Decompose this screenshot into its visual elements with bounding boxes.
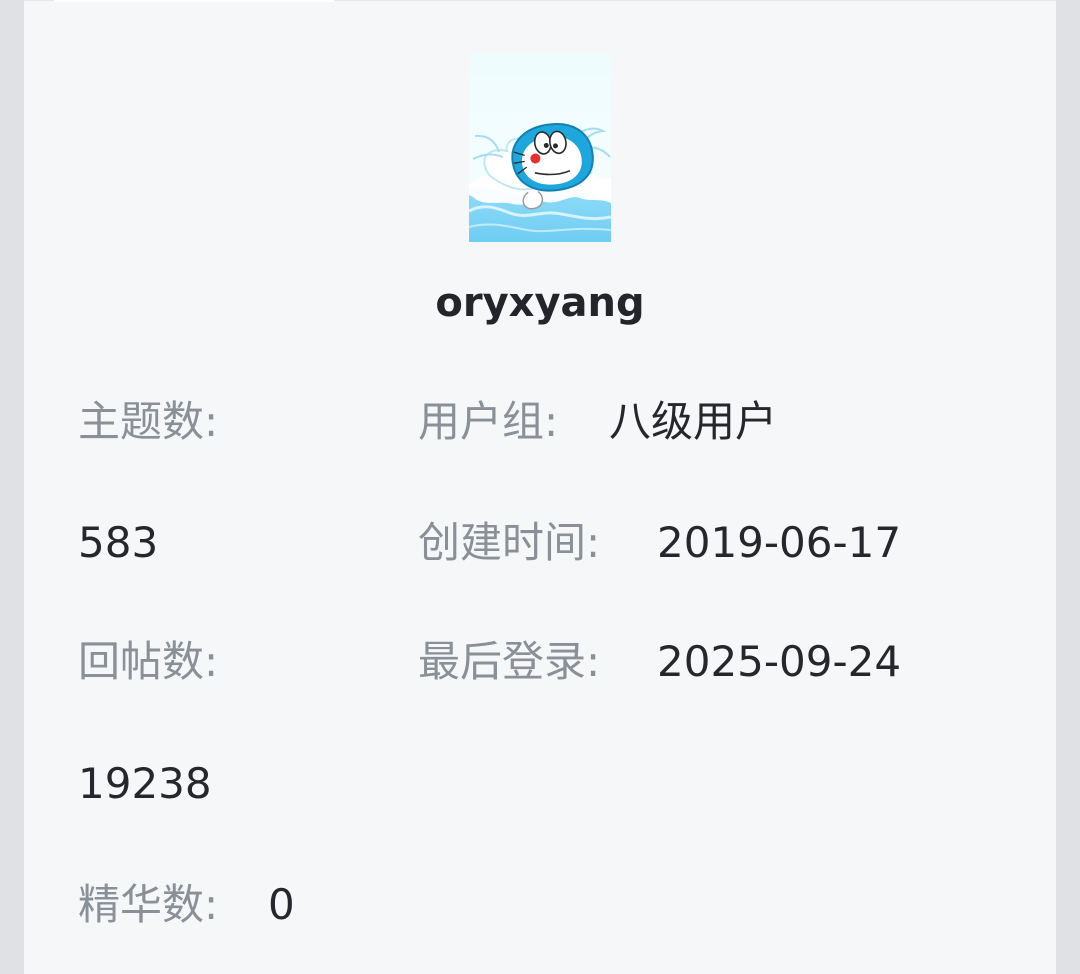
top-tab-highlight — [54, 0, 334, 2]
topics-label: 主题数: — [78, 397, 219, 446]
group-value: 八级用户 — [609, 397, 778, 446]
last-login-label: 最后登录: — [418, 637, 601, 686]
profile-card: oryxyang 主题数: 583 回帖数: 19238 精华数: 0 用户组:… — [24, 0, 1056, 974]
doraemon-avatar-icon[interactable] — [469, 53, 611, 242]
featured-value: 0 — [268, 880, 295, 929]
created-value: 2019-06-17 — [657, 518, 902, 567]
last-login-value: 2025-09-24 — [657, 637, 902, 686]
replies-value: 19238 — [78, 759, 212, 808]
replies-label: 回帖数: — [78, 637, 219, 686]
topics-value: 583 — [78, 518, 159, 567]
username: oryxyang — [435, 280, 645, 326]
featured-label: 精华数: — [78, 880, 219, 929]
group-label: 用户组: — [418, 397, 559, 446]
created-label: 创建时间: — [418, 518, 601, 567]
